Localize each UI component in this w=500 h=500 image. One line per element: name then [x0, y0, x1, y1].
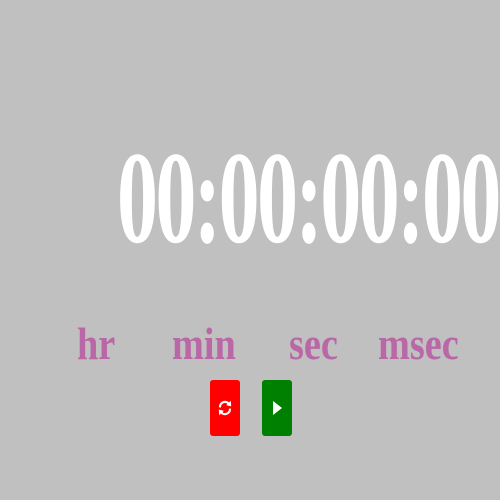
play-icon	[273, 401, 282, 415]
seconds-label: sec	[289, 319, 338, 369]
reset-button[interactable]	[210, 380, 240, 436]
refresh-icon	[218, 400, 232, 416]
play-button[interactable]	[262, 380, 292, 436]
unit-labels: hr min sec msec	[0, 314, 500, 374]
time-display-digits: 00:00:00:00	[117, 124, 500, 271]
milliseconds-label: msec	[378, 319, 459, 369]
minutes-label: min	[172, 319, 236, 369]
time-display: 00:00:00:00	[0, 118, 500, 278]
stopwatch: 00:00:00:00 hr min sec msec	[0, 0, 500, 500]
hours-label: hr	[77, 319, 116, 369]
